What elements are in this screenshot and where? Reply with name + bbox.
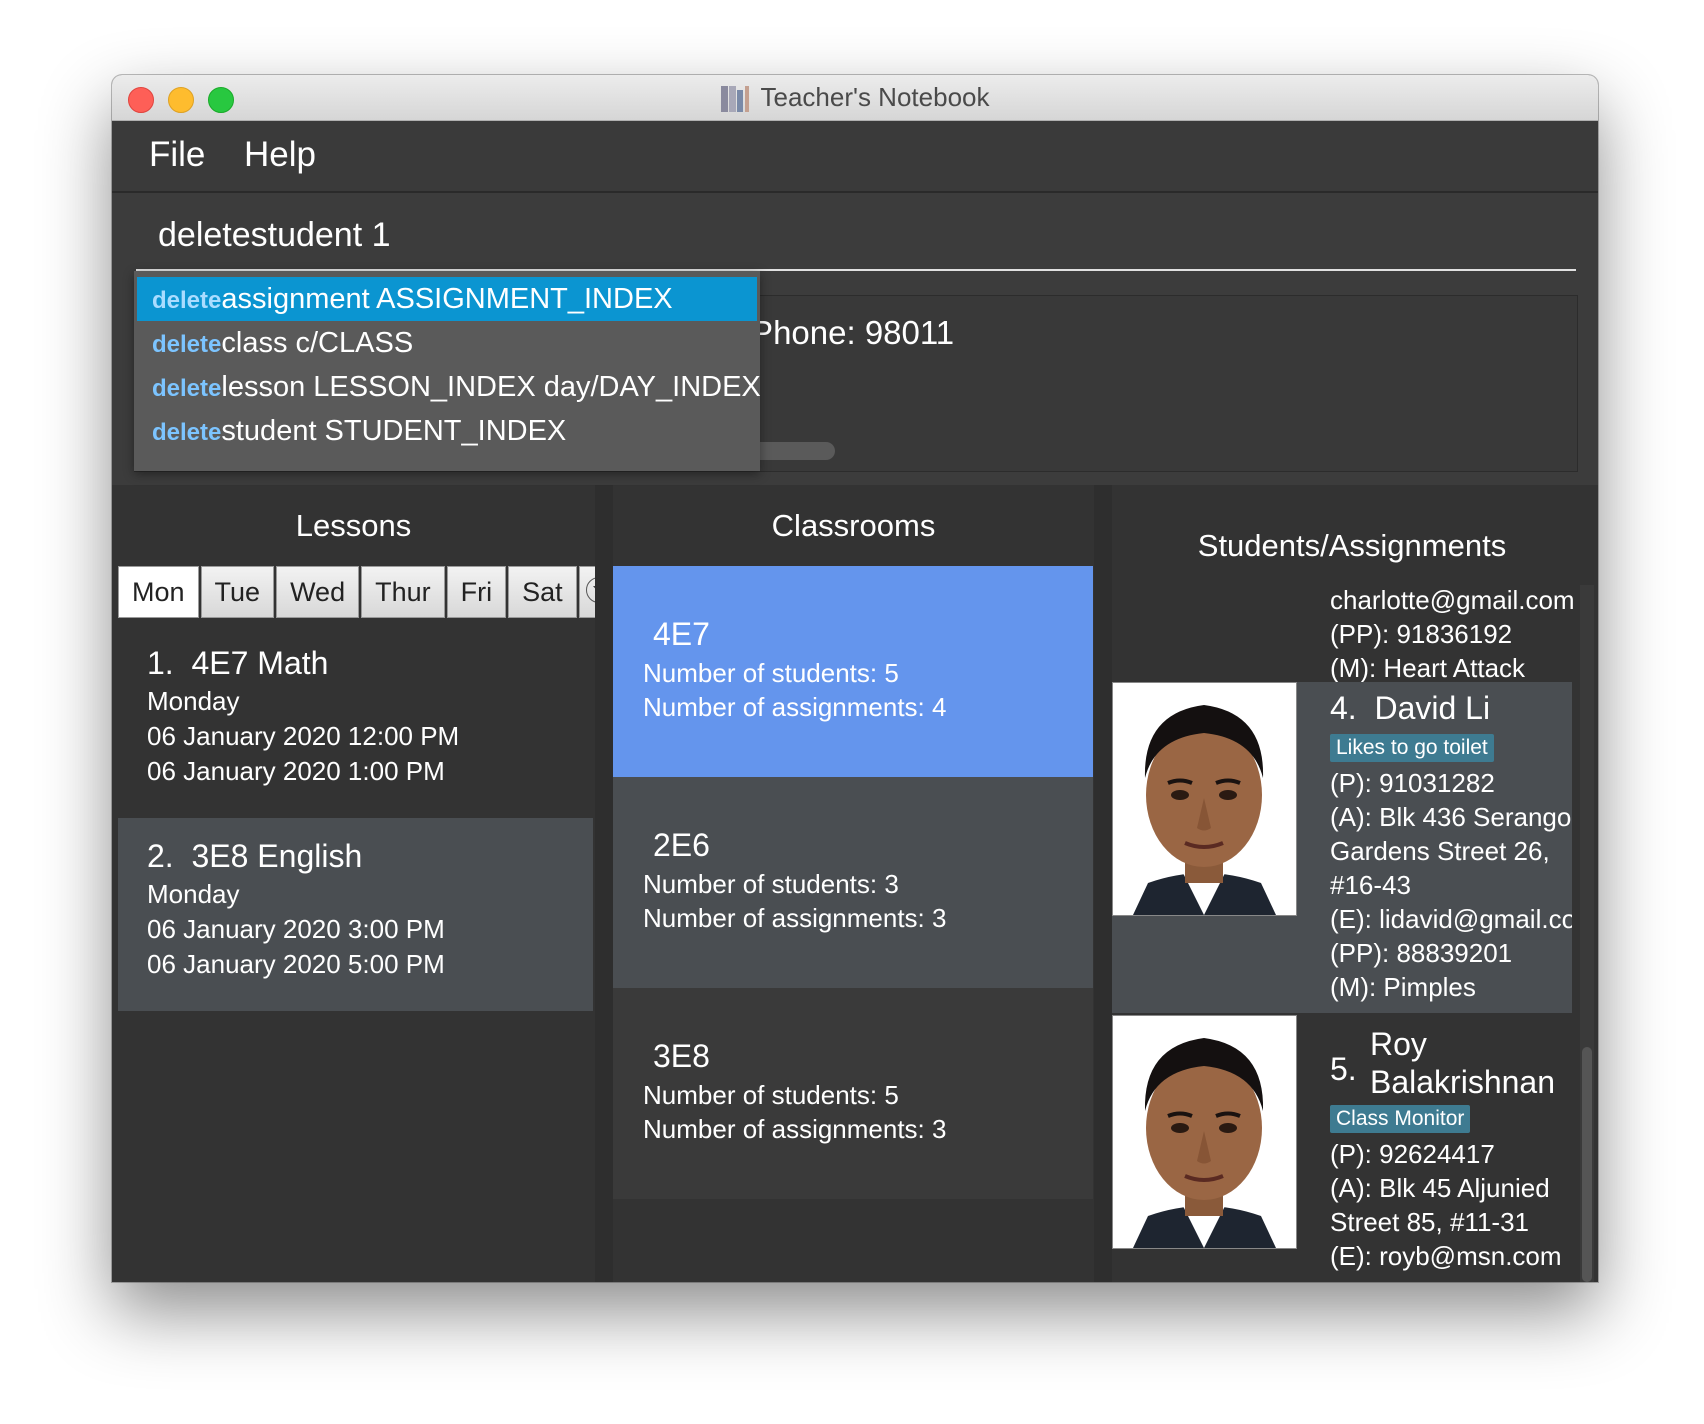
student-photo [1112, 1015, 1297, 1249]
student-address: (A): Blk 45 Aljunied [1330, 1173, 1550, 1203]
student-tag: Class Monitor [1330, 1105, 1471, 1133]
day-tabs: Mon Tue Wed Thur Fri Sat [118, 566, 623, 620]
autocomplete-suffix: student STUDENT_INDEX [221, 415, 567, 447]
autocomplete-item[interactable]: deleteclass c/CLASS [134, 321, 760, 365]
student-address: #16-43 [1330, 870, 1411, 900]
classroom-card[interactable]: 2E6 Number of students: 3 Number of assi… [613, 777, 1093, 988]
classroom-card[interactable]: 3E8 Number of students: 5 Number of assi… [613, 988, 1093, 1199]
student-index: 4. [1330, 690, 1357, 726]
lesson-end: 06 January 2020 1:00 PM [147, 756, 445, 786]
classroom-name: 3E8 [653, 1038, 710, 1074]
students-panel: Students/Assignments charlotte@gmail.com… [1112, 485, 1598, 1282]
classroom-name: 2E6 [653, 827, 710, 863]
tab-sat[interactable]: Sat [508, 566, 577, 618]
student-index: 5. [1330, 1051, 1357, 1087]
tab-thur[interactable]: Thur [361, 566, 445, 618]
student-address: Gardens Street 26, [1330, 836, 1550, 866]
classroom-students: Number of students: 5 [643, 1080, 899, 1110]
autocomplete-prefix: delete [152, 331, 222, 358]
student-parent-phone: (PP): 88839201 [1330, 938, 1513, 968]
students-scrollbar-thumb[interactable] [1582, 1047, 1592, 1282]
tab-wed[interactable]: Wed [276, 566, 360, 618]
classrooms-title: Classrooms [771, 508, 936, 543]
student-email: charlotte@gmail.com [1330, 585, 1575, 615]
student-card[interactable]: 5. Roy Balakrishnan Class Monitor (P): 9… [1112, 1013, 1572, 1282]
tab-tue[interactable]: Tue [200, 566, 275, 618]
student-tag: Likes to go toilet [1330, 734, 1494, 762]
app-window: Teacher's Notebook File Help deletestude… [112, 75, 1598, 1282]
autocomplete-prefix: delete [152, 419, 222, 446]
lesson-card[interactable]: 1. 4E7 Math Monday 06 January 2020 12:00… [118, 625, 593, 818]
students-scroll-track[interactable] [1580, 585, 1594, 1282]
lesson-day: Monday [147, 686, 240, 716]
autocomplete-item[interactable]: deleteassignment ASSIGNMENT_INDEX [137, 277, 757, 321]
classroom-students: Number of students: 5 [643, 658, 899, 688]
student-name: Roy [1370, 1026, 1427, 1062]
autocomplete-prefix: delete [152, 287, 222, 314]
classroom-assignments: Number of assignments: 4 [643, 692, 947, 722]
lesson-name: 3E8 English [191, 838, 363, 874]
student-photo [1112, 682, 1297, 916]
classroom-name: 4E7 [653, 616, 710, 652]
student-name: David Li [1374, 690, 1491, 726]
lesson-card[interactable]: 2. 3E8 English Monday 06 January 2020 3:… [118, 818, 593, 1011]
lesson-index: 2. [147, 838, 174, 874]
notebook-icon [720, 84, 751, 112]
classroom-assignments: Number of assignments: 3 [643, 1114, 947, 1144]
window-title: Teacher's Notebook [760, 82, 990, 112]
autocomplete-suffix: assignment ASSIGNMENT_INDEX [221, 283, 673, 315]
classroom-students: Number of students: 3 [643, 869, 899, 899]
lessons-panel: Lessons Mon Tue Wed Thur Fri Sat 1. 4E7 … [112, 485, 623, 1282]
student-email: (E): royb@msn.com [1330, 1241, 1562, 1271]
student-phone: (P): 92624417 [1330, 1139, 1495, 1169]
student-parent-phone: (PP): 91836192 [1330, 619, 1513, 649]
lesson-name: 4E7 Math [191, 645, 329, 681]
menu-file[interactable]: File [149, 135, 205, 175]
students-title: Students/Assignments [1197, 528, 1507, 563]
lesson-index: 1. [147, 645, 174, 681]
lesson-start: 06 January 2020 12:00 PM [147, 721, 460, 751]
student-medical: (M): Pimples [1330, 972, 1476, 1002]
autocomplete-suffix: class c/CLASS [221, 327, 414, 359]
student-address: (A): Blk 436 Serangoon [1330, 802, 1572, 832]
autocomplete-item[interactable]: deletelesson LESSON_INDEX day/DAY_INDEX [134, 365, 761, 409]
student-address: Street 85, #11-31 [1330, 1207, 1529, 1237]
lesson-day: Monday [147, 879, 240, 909]
autocomplete-prefix: delete [152, 375, 222, 402]
autocomplete-suffix: lesson LESSON_INDEX day/DAY_INDEX [221, 371, 761, 403]
title-bar: Teacher's Notebook [112, 75, 1598, 121]
student-card[interactable]: 4. David Li Likes to go toilet (P): 9103… [1112, 682, 1572, 1013]
command-input[interactable]: deletestudent 1 [136, 199, 1576, 271]
lesson-start: 06 January 2020 3:00 PM [147, 914, 445, 944]
student-phone: (P): 91031282 [1330, 768, 1495, 798]
tab-fri[interactable]: Fri [446, 566, 507, 618]
classroom-assignments: Number of assignments: 3 [643, 903, 947, 933]
lessons-title: Lessons [295, 508, 412, 543]
tab-mon[interactable]: Mon [118, 566, 199, 618]
autocomplete-item[interactable]: deletestudent STUDENT_INDEX [134, 409, 760, 453]
student-name: Balakrishnan [1370, 1064, 1555, 1100]
student-email: (E): lidavid@gmail.com [1330, 904, 1572, 934]
menu-bar: File Help [112, 121, 1598, 193]
column-divider[interactable] [1094, 485, 1112, 1282]
column-divider[interactable] [595, 485, 613, 1282]
autocomplete-popup: deleteassignment ASSIGNMENT_INDEX delete… [134, 271, 761, 471]
student-medical: (M): Heart Attack [1330, 653, 1526, 683]
classroom-card[interactable]: 4E7 Number of students: 5 Number of assi… [613, 566, 1093, 777]
classrooms-panel: Classrooms 4E7 Number of students: 5 Num… [613, 485, 1094, 1282]
menu-help[interactable]: Help [244, 135, 316, 175]
student-card[interactable]: charlotte@gmail.com (PP): 91836192 (M): … [1112, 585, 1575, 683]
lesson-end: 06 January 2020 5:00 PM [147, 949, 445, 979]
